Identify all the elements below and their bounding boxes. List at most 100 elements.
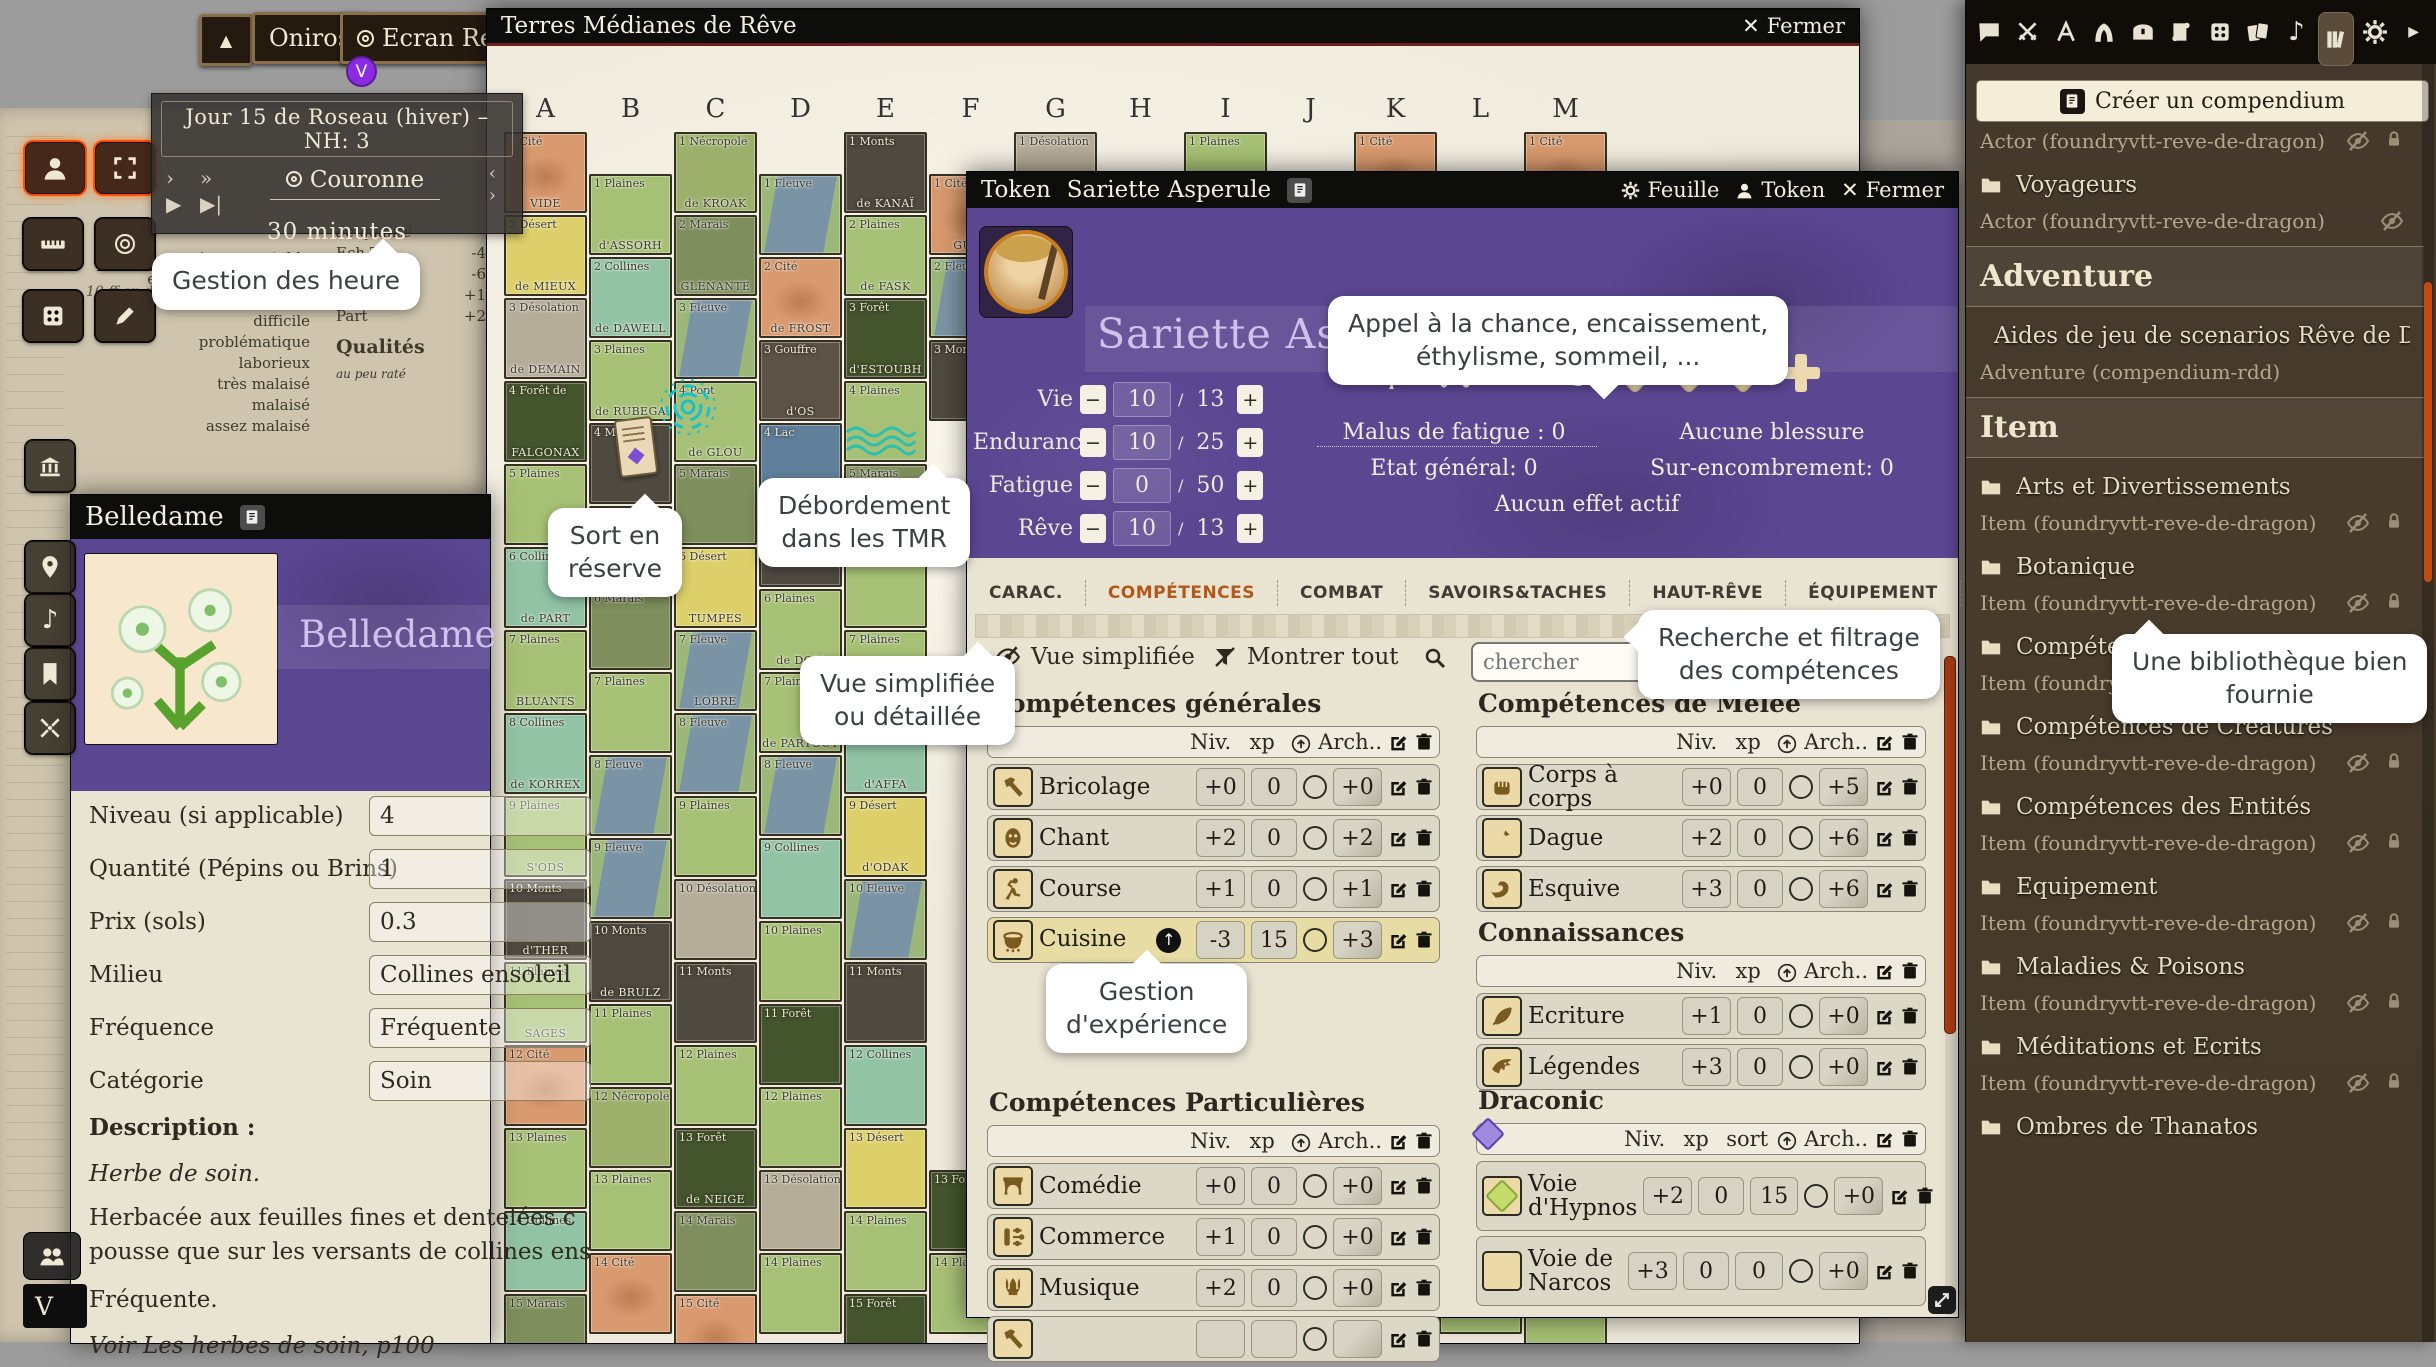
- delete-skill-icon[interactable]: [1414, 828, 1434, 848]
- trash-icon[interactable]: [1414, 1131, 1434, 1151]
- edit-icon[interactable]: [1874, 1129, 1894, 1149]
- edit-skill-icon[interactable]: [1388, 879, 1408, 899]
- delete-skill-icon[interactable]: [1900, 879, 1920, 899]
- draw-tool-button[interactable]: [95, 290, 155, 342]
- field-input[interactable]: 4: [369, 796, 591, 836]
- trash-icon[interactable]: [1900, 732, 1920, 752]
- stat-value[interactable]: 10: [1113, 511, 1171, 546]
- field-select[interactable]: Fréquente: [369, 1008, 591, 1048]
- delete-skill-icon[interactable]: [1414, 930, 1434, 950]
- tmr-cell-E3[interactable]: 3 Forêtd'ESTOUBH: [844, 298, 927, 379]
- skill-niv[interactable]: +2: [1196, 1269, 1245, 1307]
- tmr-cell-C2[interactable]: 2 MaraisGLENANTE: [674, 215, 757, 296]
- time-control-2[interactable]: ▶: [166, 191, 200, 217]
- tmr-cell-D8[interactable]: 8 Fleuve: [759, 755, 842, 836]
- time-control-3[interactable]: ▶|: [200, 191, 234, 217]
- compendium-pack[interactable]: Voyageurs: [1980, 172, 2410, 198]
- skill-row-corps-à-corps[interactable]: Corps à corps+00+5: [1476, 764, 1926, 810]
- delete-skill-icon[interactable]: [1900, 777, 1920, 797]
- edit-skill-icon[interactable]: [1874, 1261, 1894, 1281]
- tmr-cell-C1[interactable]: 1 Nécropolede KROAK: [674, 132, 757, 213]
- skill-archetype-radio[interactable]: [1303, 1327, 1327, 1351]
- tmr-cell-D12[interactable]: 12 Plaines: [759, 1087, 842, 1168]
- edit-skill-icon[interactable]: [1874, 828, 1894, 848]
- tmr-cell-C9[interactable]: 9 Plaines: [674, 796, 757, 877]
- tmr-cell-D1[interactable]: 1 Fleuve: [759, 174, 842, 255]
- field-select[interactable]: Collines ensoleil: [369, 955, 591, 995]
- tmr-cell-C8[interactable]: 8 Fleuve: [674, 713, 757, 794]
- edit-skill-icon[interactable]: [1874, 777, 1894, 797]
- current-hour[interactable]: Couronne: [270, 167, 440, 200]
- tmr-cell-C5[interactable]: 5 Marais: [674, 464, 757, 545]
- token-controls-button[interactable]: [25, 142, 85, 194]
- delete-skill-icon[interactable]: [1900, 1057, 1920, 1077]
- tmr-cell-B2[interactable]: 2 Collinesde DAWELL: [589, 257, 672, 338]
- sidebar-tab-music[interactable]: ♪: [2279, 12, 2313, 52]
- belledame-image[interactable]: [84, 553, 278, 745]
- tmr-token-spell-scroll[interactable]: [614, 416, 659, 478]
- edit-skill-icon[interactable]: [1874, 1057, 1894, 1077]
- edit-skill-icon[interactable]: [1874, 1006, 1894, 1026]
- tmr-cell-D3[interactable]: 3 Gouffred'OS: [759, 340, 842, 421]
- tmr-titlebar[interactable]: Terres Médianes de Rêve ✕Fermer: [487, 9, 1859, 46]
- field-input[interactable]: 0.3: [369, 902, 591, 942]
- skill-xp[interactable]: 0: [1698, 1177, 1744, 1215]
- compendium-pack[interactable]: Maladies & Poisons: [1980, 954, 2410, 980]
- skill-archetype-radio[interactable]: [1303, 877, 1327, 901]
- skill-row-cuisine[interactable]: Cuisine↑-315+3: [987, 917, 1440, 963]
- skill-niv[interactable]: -3: [1196, 921, 1245, 959]
- increase-all-icon[interactable]: [1776, 730, 1798, 754]
- stat-decrease-button[interactable]: −: [1080, 514, 1106, 543]
- skill-row-empty[interactable]: [987, 1316, 1440, 1362]
- delete-skill-icon[interactable]: [1414, 1227, 1434, 1247]
- sidebar-tab-chat[interactable]: [1972, 12, 2006, 52]
- tmr-cell-E1[interactable]: 1 Montsde KANAÏ: [844, 132, 927, 213]
- tmr-cell-E14[interactable]: 14 Plaines: [844, 1211, 927, 1292]
- sidebar-scrollbar-thumb[interactable]: [2424, 282, 2432, 582]
- tmr-cell-E10[interactable]: 10 Fleuve: [844, 879, 927, 960]
- skill-niv[interactable]: +3: [1682, 1048, 1731, 1086]
- skill-archetype-radio[interactable]: [1789, 877, 1813, 901]
- tab-comp-tences[interactable]: COMPÉTENCES: [1085, 580, 1277, 606]
- skill-xp[interactable]: 15: [1251, 921, 1297, 959]
- skill-xp[interactable]: 0: [1737, 819, 1783, 857]
- skill-xp[interactable]: 0: [1251, 819, 1297, 857]
- skill-archetype-radio[interactable]: [1789, 1055, 1813, 1079]
- tmr-cell-C6[interactable]: 6 DésertTUMPES: [674, 547, 757, 628]
- stat-increase-button[interactable]: +: [1237, 428, 1263, 457]
- tmr-cell-D14[interactable]: 14 Plaines: [759, 1253, 842, 1334]
- edit-icon[interactable]: [1388, 1131, 1408, 1151]
- tab--quipement[interactable]: ÉQUIPEMENT: [1785, 580, 1960, 606]
- tmr-cell-D11[interactable]: 11 Forêt: [759, 1004, 842, 1085]
- structures-tool-button[interactable]: [25, 440, 75, 492]
- hour-cycle-0[interactable]: ‹: [489, 163, 496, 185]
- avatar[interactable]: [979, 226, 1073, 318]
- increase-all-icon[interactable]: [1776, 959, 1798, 983]
- edit-skill-icon[interactable]: [1388, 1176, 1408, 1196]
- bookmark-tool-button[interactable]: [25, 648, 75, 700]
- tmr-cell-D13[interactable]: 13 Désolation: [759, 1170, 842, 1251]
- tmr-cell-B10[interactable]: 10 Montsde BRULZ: [589, 921, 672, 1002]
- skill-xp[interactable]: 0: [1251, 768, 1297, 806]
- edit-icon[interactable]: [1388, 732, 1408, 752]
- edit-skill-icon[interactable]: [1388, 1278, 1408, 1298]
- compendium-pack[interactable]: Ombres de Thanatos: [1980, 1114, 2410, 1140]
- delete-skill-icon[interactable]: [1414, 1176, 1434, 1196]
- show-all-filter[interactable]: Montrer tout: [1213, 644, 1399, 670]
- time-control-1[interactable]: »: [200, 165, 234, 191]
- tmr-cell-B13[interactable]: 13 Plaines: [589, 1170, 672, 1251]
- trash-icon[interactable]: [1900, 1129, 1920, 1149]
- compendium-pack[interactable]: Aides de jeu de scenarios Rêve de Dragon…: [1980, 323, 2410, 349]
- skill-row-bricolage[interactable]: Bricolage+00+0: [987, 764, 1440, 810]
- edit-skill-icon[interactable]: [1388, 930, 1408, 950]
- sidebar-tab-hood[interactable]: [2087, 12, 2121, 52]
- sidebar-tab-die[interactable]: [2203, 12, 2237, 52]
- delete-skill-icon[interactable]: [1414, 777, 1434, 797]
- edit-skill-icon[interactable]: [1388, 828, 1408, 848]
- tmr-cell-B9[interactable]: 9 Fleuve: [589, 838, 672, 919]
- edit-skill-icon[interactable]: [1889, 1186, 1909, 1206]
- compendium-pack[interactable]: Botanique: [1980, 554, 2410, 580]
- sidebar-tab-compass[interactable]: [2049, 12, 2083, 52]
- tmr-cell-B1[interactable]: 1 Plainesd'ASSORH: [589, 174, 672, 255]
- skill-archetype-radio[interactable]: [1804, 1184, 1828, 1208]
